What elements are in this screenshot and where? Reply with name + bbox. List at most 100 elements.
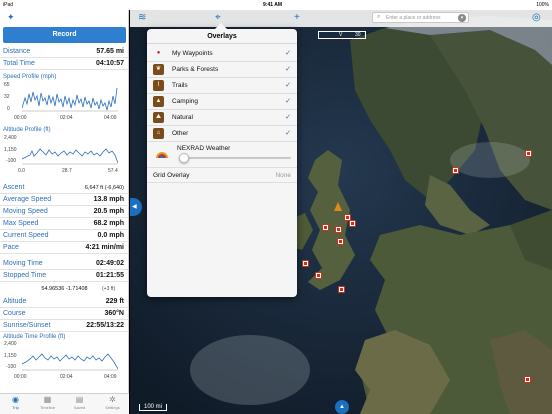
- tab-label: Saved: [73, 405, 86, 410]
- stat-label: Altitude: [3, 298, 27, 305]
- satellite-icon[interactable]: ✦: [7, 12, 15, 23]
- waypoint-marker[interactable]: [525, 150, 532, 157]
- add-waypoint-icon[interactable]: +: [294, 12, 300, 23]
- grid-overlay-label: Grid Overlay: [153, 172, 190, 179]
- x-tick: 28.7: [62, 168, 72, 174]
- speed-line: [22, 87, 118, 112]
- overlay-row-parks-forests[interactable]: ❦ Parks & Forests ✓: [147, 62, 297, 78]
- stat-row-sunrise-sunset: Sunrise/Sunset 22:55/13:22: [0, 320, 129, 332]
- stat-label: Distance: [3, 48, 31, 55]
- gear-icon: ✲: [109, 395, 116, 404]
- altitude-profile-chart: 2,400 1,150 -100 0.0 28.7 57.4: [0, 135, 129, 183]
- stat-value: 57.65 mi: [96, 48, 124, 55]
- stat-label: Stopped Time: [3, 272, 47, 279]
- waypoint-marker[interactable]: [524, 376, 531, 383]
- tab-trip[interactable]: ◉ Trip: [3, 395, 28, 410]
- checkmark-icon: ✓: [285, 98, 291, 105]
- stat-label: Total Time: [3, 60, 35, 67]
- speed-profile-title: Speed Profile (mph): [3, 74, 57, 80]
- stat-label: Average Speed: [3, 196, 52, 203]
- waypoint-marker[interactable]: [349, 220, 356, 227]
- overlay-label: Parks & Forests: [172, 66, 219, 73]
- stat-label: Moving Time: [3, 260, 43, 267]
- weather-opacity-slider[interactable]: [179, 153, 291, 163]
- tab-label: Timeline: [40, 405, 55, 410]
- search-input[interactable]: Enter a place or address: [386, 15, 440, 21]
- map-scale-label: 100 mi: [139, 404, 168, 411]
- battery-label: 100%: [536, 2, 549, 8]
- map-toolbar: ≋ ⌖ + ⌕ Enter a place or address ▾ ◎: [130, 10, 552, 27]
- grid-overlay-row[interactable]: Grid Overlay None: [147, 168, 297, 183]
- leaf-icon: ❦: [153, 64, 164, 75]
- stat-label: Ascent: [3, 184, 25, 191]
- tab-saved[interactable]: ▤ Saved: [67, 395, 92, 410]
- speed-profile-chart: 65 32 0 00:00 02:04 04:09: [0, 82, 129, 124]
- x-tick: 00:00: [14, 115, 27, 121]
- status-bar: iPad 9:41 AM 100%: [0, 0, 552, 10]
- stat-row-stopped-time: Stopped Time 01:21:55: [0, 270, 129, 282]
- current-location-icon[interactable]: [334, 202, 342, 211]
- x-tick: 00:00: [14, 374, 27, 380]
- waypoint-marker[interactable]: [302, 260, 309, 267]
- tracking-icon[interactable]: ⌖: [215, 12, 221, 23]
- tab-settings[interactable]: ✲ Settings: [100, 395, 125, 410]
- overlay-row-my-waypoints[interactable]: ● My Waypoints ✓: [147, 46, 297, 62]
- checkmark-icon: ✓: [285, 130, 291, 137]
- waypoint-marker[interactable]: [322, 224, 329, 231]
- search-field[interactable]: ⌕ Enter a place or address ▾: [372, 12, 469, 23]
- altitude-time-title: Altitude Time Profile (ft): [3, 334, 66, 340]
- y-tick: 1,150: [4, 353, 17, 359]
- x-tick: 0.0: [18, 168, 25, 174]
- house-icon: ⌂: [153, 128, 164, 139]
- carrier-label: iPad: [3, 2, 14, 8]
- stat-row-moving-speed: Moving Speed 20.5 mph: [0, 206, 129, 218]
- overlay-row-trails[interactable]: ⌇ Trails ✓: [147, 78, 297, 94]
- stat-value: 68.2 mph: [93, 220, 124, 227]
- checkmark-icon: ✓: [285, 114, 291, 121]
- waypoint-marker[interactable]: [338, 286, 345, 293]
- altitude-profile-title: Altitude Profile (ft): [3, 127, 51, 133]
- y-tick: 0: [7, 106, 10, 112]
- waypoint-marker[interactable]: [337, 238, 344, 245]
- record-button[interactable]: Record: [3, 27, 126, 43]
- stat-value: 20.5 mph: [93, 208, 124, 215]
- y-tick: 2,400: [4, 341, 17, 347]
- locate-icon[interactable]: ◎: [532, 12, 541, 23]
- weather-radar-icon: [156, 152, 168, 158]
- stat-value: 360°N: [104, 310, 124, 317]
- zoom-scale-indicator: V 30: [318, 31, 366, 39]
- altitude-line: [22, 148, 118, 165]
- waypoint-marker[interactable]: [452, 167, 459, 174]
- scale-mark: V: [339, 32, 343, 38]
- altitude-time-chart: 2,400 1,150 -100 00:00 02:04 04:09: [0, 341, 129, 385]
- waypoint-marker[interactable]: [315, 272, 322, 279]
- stat-row-distance: Distance 57.65 mi: [0, 46, 129, 58]
- overlay-label: Other: [172, 130, 189, 137]
- waypoint-pin-icon: ●: [156, 50, 161, 56]
- y-tick: 2,400: [4, 135, 17, 141]
- stat-label: Moving Speed: [3, 208, 48, 215]
- stat-row-total-time: Total Time 04:10:57: [0, 58, 129, 70]
- expand-panel-button[interactable]: ▲: [335, 400, 349, 414]
- overlays-popover: Overlays ● My Waypoints ✓ ❦ Parks & Fore…: [147, 23, 297, 297]
- waypoint-marker[interactable]: [335, 226, 342, 233]
- scale-mark: 30: [355, 32, 361, 38]
- layers-icon[interactable]: ≋: [138, 12, 146, 23]
- overlay-label: Natural: [172, 114, 193, 121]
- stat-value: 229 ft: [105, 298, 124, 305]
- overlay-label: Trails: [172, 82, 188, 89]
- stat-row-ascent: Ascent 6,647 ft (-6,640): [0, 182, 129, 194]
- tab-timeline[interactable]: ▦ Timeline: [35, 395, 60, 410]
- overlay-row-other[interactable]: ⌂ Other ✓: [147, 126, 297, 142]
- slider-knob[interactable]: [179, 153, 189, 163]
- stat-label: Course: [3, 310, 26, 317]
- x-tick: 02:04: [60, 374, 73, 380]
- stat-row-average-speed: Average Speed 13.8 mph: [0, 194, 129, 206]
- overlay-label: My Waypoints: [172, 50, 213, 57]
- chevron-down-icon[interactable]: ▾: [458, 14, 466, 22]
- stat-value: 04:10:57: [95, 60, 124, 67]
- overlay-row-camping[interactable]: ▲ Camping ✓: [147, 94, 297, 110]
- stat-value: 0.0 mph: [97, 232, 124, 239]
- overlay-row-natural[interactable]: ⛰ Natural ✓: [147, 110, 297, 126]
- trip-sidebar: ✦ Record Distance 57.65 mi Total Time 04…: [0, 10, 129, 414]
